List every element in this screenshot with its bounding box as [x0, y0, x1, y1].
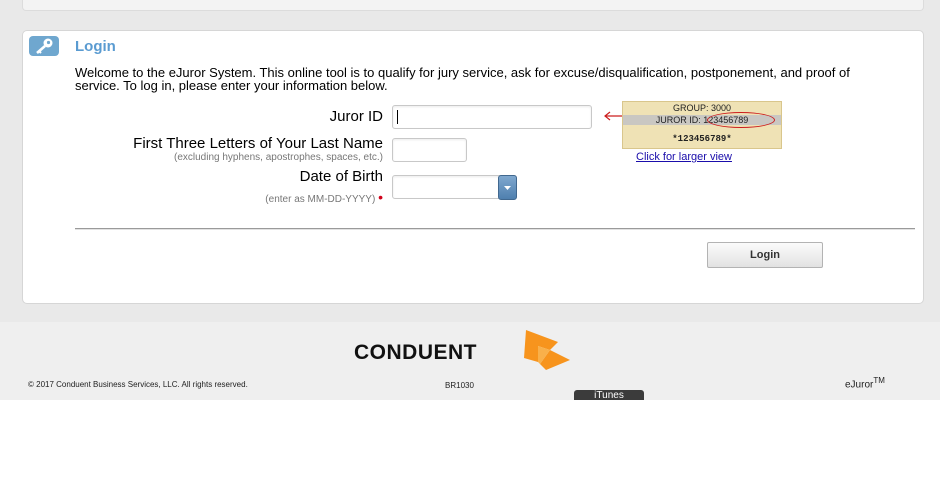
juror-id-input[interactable] [392, 105, 592, 129]
dob-label: Date of Birth [299, 168, 383, 185]
required-indicator: • [378, 189, 383, 205]
text-caret [397, 110, 398, 124]
card-barcode: *123456789* [672, 134, 732, 144]
copyright-text: © 2017 Conduent Business Services, LLC. … [28, 380, 248, 389]
last-name-label: First Three Letters of Your Last Name [133, 135, 383, 152]
product-name: eJurorTM [845, 376, 885, 390]
itunes-button[interactable]: iTunes [574, 390, 644, 400]
sample-summons-image: GROUP: 3000 JUROR ID: 123456789 *1234567… [622, 101, 782, 149]
card-group: GROUP: 3000 [672, 103, 732, 113]
larger-view-link[interactable]: Click for larger view [636, 151, 732, 163]
juror-id-label: Juror ID [329, 108, 383, 125]
last-name-input[interactable] [392, 138, 467, 162]
login-panel: Login Welcome to the eJuror System. This… [22, 30, 924, 304]
login-heading: Login [75, 38, 116, 55]
dob-hint: (enter as MM-DD-YYYY) [265, 194, 376, 205]
conduent-logo-icon [524, 330, 570, 370]
welcome-text: Welcome to the eJuror System. This onlin… [75, 65, 850, 93]
highlight-oval [707, 112, 775, 128]
dob-hint-wrapper: (enter as MM-DD-YYYY) • [265, 189, 383, 205]
build-code: BR1030 [445, 381, 474, 390]
trademark-mark: TM [873, 376, 885, 385]
chevron-down-icon [504, 186, 511, 190]
top-panel-edge [22, 0, 924, 11]
form-divider [75, 228, 915, 230]
brand-name: CONDUENT [354, 341, 477, 364]
login-button[interactable]: Login [707, 242, 823, 268]
dob-select[interactable] [392, 175, 517, 200]
key-icon [29, 36, 59, 56]
product-label: eJuror [845, 379, 874, 391]
dropdown-button[interactable] [498, 175, 517, 200]
last-name-hint: (excluding hyphens, apostrophes, spaces,… [173, 152, 383, 163]
